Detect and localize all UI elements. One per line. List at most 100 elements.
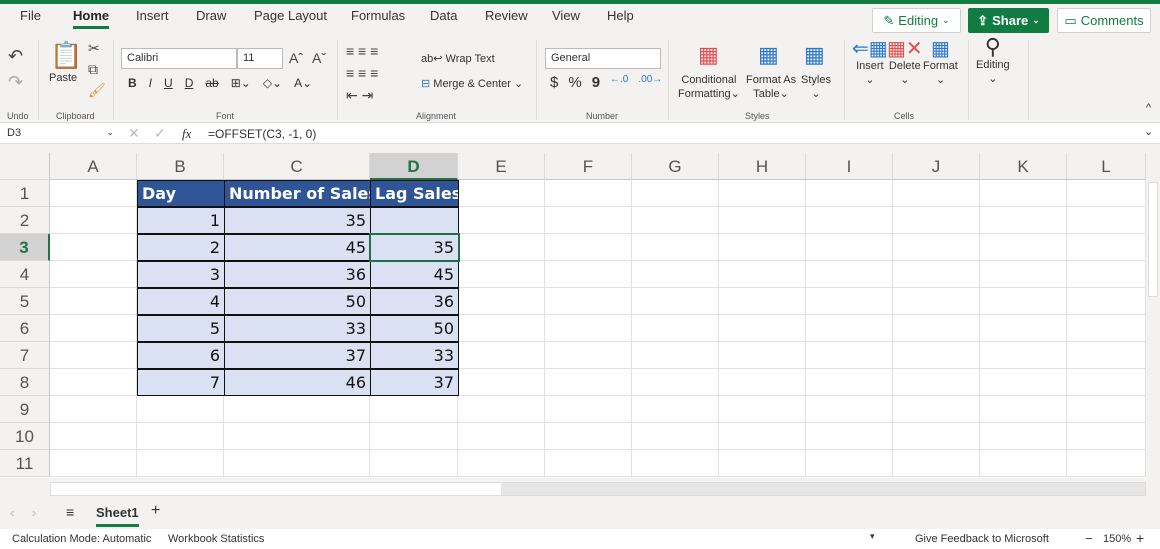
table-cell[interactable]: 4 [137, 288, 225, 315]
column-header-B[interactable]: B [137, 153, 224, 180]
cell[interactable] [893, 207, 980, 234]
cell[interactable] [458, 261, 545, 288]
table-cell[interactable]: 35 [224, 207, 371, 234]
chevron-down-icon[interactable]: ▾ [870, 531, 875, 542]
cell[interactable] [719, 315, 806, 342]
cell[interactable] [632, 234, 719, 261]
cell[interactable] [719, 288, 806, 315]
cell[interactable] [719, 396, 806, 423]
cell[interactable] [980, 207, 1067, 234]
cell[interactable] [545, 369, 632, 396]
row-header-10[interactable]: 10 [0, 423, 50, 450]
cell[interactable] [806, 423, 893, 450]
decrease-decimal-icon[interactable]: .00→ [638, 74, 662, 91]
table-cell[interactable]: 33 [224, 315, 371, 342]
cell[interactable] [545, 315, 632, 342]
name-box[interactable]: D3 ⌄ [4, 125, 116, 143]
tab-insert[interactable]: Insert [136, 8, 169, 23]
zoom-in-icon[interactable]: + [1136, 530, 1144, 546]
cell[interactable] [458, 180, 545, 207]
cell[interactable] [1067, 369, 1146, 396]
cell[interactable] [1067, 342, 1146, 369]
tab-data[interactable]: Data [430, 8, 457, 23]
cell[interactable] [980, 369, 1067, 396]
cell[interactable] [50, 423, 137, 450]
cell[interactable] [137, 450, 224, 477]
wrap-text-button[interactable]: ab↩ Wrap Text [421, 52, 495, 65]
row-header-6[interactable]: 6 [0, 315, 50, 342]
fill-color-icon[interactable]: ◇⌄ [263, 76, 282, 90]
cell[interactable] [893, 369, 980, 396]
cell[interactable] [50, 369, 137, 396]
cell[interactable] [980, 423, 1067, 450]
table-cell[interactable]: 46 [224, 369, 371, 396]
conditional-formatting-icon[interactable]: ▦ [698, 42, 719, 68]
formula-input[interactable]: =OFFSET(C3, -1, 0) [208, 127, 1128, 141]
double-underline-button[interactable]: D [185, 76, 194, 90]
cell[interactable] [50, 261, 137, 288]
cell[interactable] [458, 288, 545, 315]
table-cell[interactable]: 45 [224, 234, 371, 261]
cell[interactable] [1067, 315, 1146, 342]
table-cell[interactable]: 37 [224, 342, 371, 369]
cell[interactable] [632, 315, 719, 342]
cell[interactable] [632, 342, 719, 369]
cell[interactable] [545, 180, 632, 207]
cell[interactable] [370, 423, 458, 450]
cell[interactable] [893, 315, 980, 342]
cell[interactable] [1067, 207, 1146, 234]
row-header-7[interactable]: 7 [0, 342, 50, 369]
increase-decimal-icon[interactable]: ←.0 [610, 74, 628, 91]
cell[interactable] [806, 288, 893, 315]
cell[interactable] [719, 342, 806, 369]
row-header-8[interactable]: 8 [0, 369, 50, 396]
cell[interactable] [806, 450, 893, 477]
cell[interactable] [1067, 450, 1146, 477]
cell[interactable] [370, 396, 458, 423]
zoom-level[interactable]: 150% [1103, 533, 1131, 545]
column-header-K[interactable]: K [980, 153, 1067, 180]
tab-home[interactable]: Home [73, 8, 110, 29]
column-header-L[interactable]: L [1067, 153, 1146, 180]
insert-cells-button[interactable]: ⇐▦ Insert ⌄ [852, 39, 888, 87]
table-cell[interactable]: 35 [369, 233, 460, 262]
worksheet-grid[interactable]: A B C D E F G H I J K L 1 2 3 4 5 6 7 8 9 10 11 Day Number of Sa… [0, 153, 1146, 478]
table-header-cell[interactable]: Number of Sales [224, 180, 371, 207]
cell[interactable] [137, 423, 224, 450]
cell[interactable] [50, 234, 137, 261]
cell[interactable] [719, 234, 806, 261]
cell[interactable] [545, 342, 632, 369]
table-cell[interactable]: 33 [370, 342, 459, 369]
sheet-tab-sheet1[interactable]: Sheet1 [96, 505, 139, 527]
row-header-1[interactable]: 1 [0, 180, 50, 207]
copy-icon[interactable]: ⧉ [88, 61, 98, 78]
all-sheets-icon[interactable]: ≡ [66, 504, 74, 520]
cell[interactable] [458, 234, 545, 261]
cell[interactable] [893, 288, 980, 315]
tab-help[interactable]: Help [607, 8, 634, 23]
undo-icon[interactable]: ↶ [8, 46, 23, 67]
cell[interactable] [719, 180, 806, 207]
format-as-table-button[interactable]: Format As Table⌄ [746, 73, 796, 101]
cell[interactable] [980, 315, 1067, 342]
cell[interactable] [632, 261, 719, 288]
column-header-G[interactable]: G [632, 153, 719, 180]
cell[interactable] [632, 288, 719, 315]
paste-icon[interactable]: 📋 [50, 40, 82, 71]
scroll-thumb[interactable] [51, 483, 501, 495]
cell[interactable] [632, 180, 719, 207]
font-size-select[interactable]: 11 [237, 48, 283, 69]
cell[interactable] [545, 423, 632, 450]
comma-button[interactable]: 9 [592, 74, 600, 91]
feedback-link[interactable]: Give Feedback to Microsoft [915, 533, 1049, 545]
cell[interactable] [545, 450, 632, 477]
redo-icon[interactable]: ↷ [8, 72, 23, 93]
table-cell[interactable]: 36 [224, 261, 371, 288]
cell[interactable] [806, 180, 893, 207]
merge-center-button[interactable]: ⊟ Merge & Center ⌄ [421, 77, 523, 90]
cell[interactable] [719, 423, 806, 450]
cell[interactable] [806, 207, 893, 234]
underline-button[interactable]: U [164, 76, 173, 90]
delete-cells-button[interactable]: ▦✕ Delete ⌄ [887, 39, 923, 87]
decrease-font-icon[interactable]: Aˇ [312, 50, 326, 66]
